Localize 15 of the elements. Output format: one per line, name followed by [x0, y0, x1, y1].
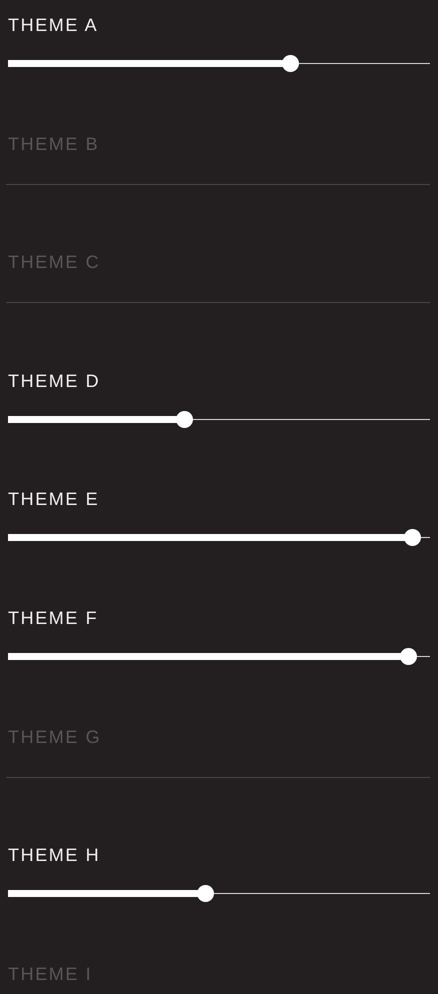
slider-thumb[interactable]: [400, 648, 417, 665]
slider-track[interactable]: [8, 885, 430, 902]
slider-thumb[interactable]: [404, 529, 422, 546]
slider-thumb[interactable]: [282, 55, 299, 72]
slider-track[interactable]: [8, 529, 430, 546]
theme-label: THEME F: [8, 606, 98, 629]
theme-label: THEME E: [8, 488, 100, 510]
slider-track[interactable]: [8, 648, 430, 665]
slider-track[interactable]: [8, 410, 430, 428]
theme-label: THEME D: [8, 370, 100, 392]
slider-track[interactable]: [8, 55, 430, 72]
slider-thumb[interactable]: [197, 885, 214, 902]
slider-thumb[interactable]: [176, 410, 194, 428]
theme-label: THEME H: [8, 844, 100, 866]
theme-label: THEME A: [8, 14, 98, 36]
